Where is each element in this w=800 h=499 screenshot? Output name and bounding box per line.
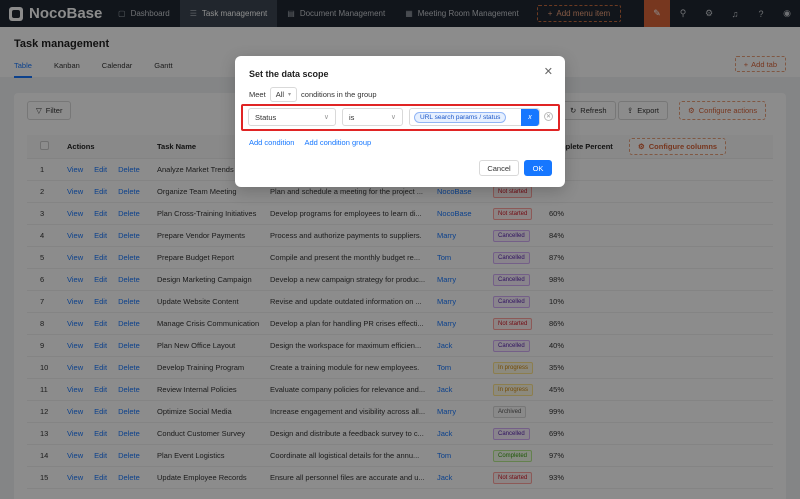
meet-suffix-label: conditions in the group <box>301 90 377 99</box>
meet-logic-value: All <box>275 90 285 99</box>
condition-field-select[interactable]: Status ∨ <box>248 108 336 126</box>
data-scope-modal: Set the data scope ✕ Meet All ▾ conditio… <box>235 56 565 187</box>
cancel-button[interactable]: Cancel <box>479 160 519 176</box>
condition-field-value: Status <box>255 112 277 122</box>
add-condition-link[interactable]: Add condition <box>249 138 294 147</box>
modal-title: Set the data scope <box>249 69 329 79</box>
meet-label: Meet <box>249 90 266 99</box>
chevron-down-icon: ▾ <box>288 92 292 98</box>
chevron-down-icon: ∨ <box>323 114 329 121</box>
meet-logic-select[interactable]: All ▾ <box>269 87 298 102</box>
add-condition-group-link[interactable]: Add condition group <box>304 138 371 147</box>
remove-condition-icon[interactable]: ✕ <box>544 112 553 121</box>
ok-button[interactable]: OK <box>524 160 552 176</box>
variable-tag: URL search params / status <box>414 112 507 123</box>
chevron-down-icon: ∨ <box>390 114 396 121</box>
variable-picker-button[interactable]: x <box>521 109 539 126</box>
condition-value-input[interactable]: URL search params / status x <box>409 108 540 126</box>
condition-links: Add condition Add condition group <box>249 138 371 147</box>
meet-condition-line: Meet All ▾ conditions in the group <box>249 87 377 102</box>
close-icon[interactable]: ✕ <box>544 65 553 78</box>
condition-operator-select[interactable]: is ∨ <box>342 108 403 126</box>
condition-operator-value: is <box>349 112 355 122</box>
